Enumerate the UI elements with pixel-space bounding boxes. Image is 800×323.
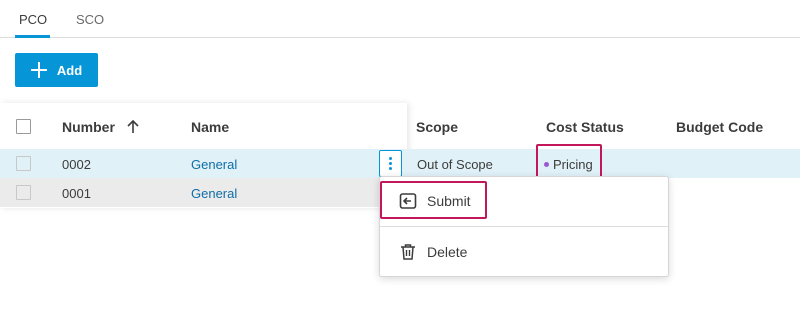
kebab-dot (389, 167, 392, 170)
menu-divider (380, 226, 668, 227)
column-header-number[interactable]: Number (62, 119, 139, 135)
tab-bar: PCO SCO (0, 0, 800, 38)
column-header-scope[interactable]: Scope (416, 119, 458, 135)
add-button[interactable]: Add (15, 53, 98, 87)
plus-icon (30, 62, 47, 78)
menu-item-delete[interactable]: Delete (380, 233, 668, 271)
arrow-up-icon (127, 120, 139, 133)
submit-icon (399, 193, 417, 209)
row-number: 0002 (62, 157, 91, 172)
menu-item-label: Delete (427, 244, 468, 260)
menu-item-label: Submit (427, 193, 471, 209)
trash-icon (401, 244, 415, 260)
select-all-checkbox[interactable] (16, 119, 31, 134)
row-checkbox[interactable] (16, 156, 31, 171)
column-header-budget-code[interactable]: Budget Code (676, 119, 763, 135)
tab-sco[interactable]: SCO (76, 12, 104, 27)
row-actions-menu: Submit Delete (379, 176, 669, 277)
row-number: 0001 (62, 186, 91, 201)
kebab-icon (389, 157, 392, 160)
row-name-link[interactable]: General (191, 186, 237, 201)
tab-pco[interactable]: PCO (19, 12, 47, 27)
row-name-link[interactable]: General (191, 157, 237, 172)
row-checkbox[interactable] (16, 185, 31, 200)
kebab-dot (389, 162, 392, 165)
active-tab-indicator (15, 35, 50, 38)
menu-item-submit[interactable]: Submit (380, 182, 668, 220)
row-scope: Out of Scope (417, 157, 493, 172)
column-header-cost-status[interactable]: Cost Status (546, 119, 624, 135)
more-actions-button[interactable] (379, 150, 402, 177)
add-button-label: Add (56, 62, 83, 78)
column-header-name[interactable]: Name (191, 119, 229, 135)
